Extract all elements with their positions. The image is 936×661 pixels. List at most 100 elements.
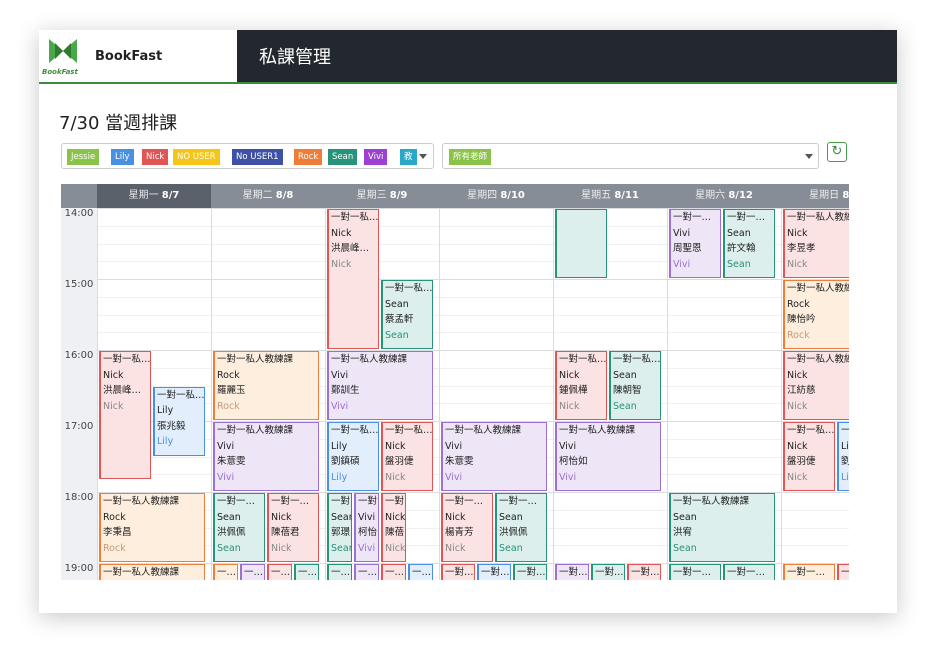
filter-tag[interactable]: Sean bbox=[328, 149, 358, 165]
lesson-event[interactable]: 一對一私… Nick 洪晨峰… Nick bbox=[327, 209, 379, 349]
day-header[interactable]: 星期二 8/8 bbox=[211, 184, 325, 208]
lesson-event[interactable]: 一對一私… Lily 張兆毅 Lily bbox=[153, 386, 205, 456]
event-trainer-sub: Rock bbox=[103, 542, 126, 554]
filter-tag[interactable]: Lily bbox=[111, 149, 134, 165]
filter-tag[interactable]: Nick bbox=[142, 149, 169, 165]
grid-line bbox=[97, 208, 98, 580]
lesson-event[interactable]: 一對…SeanSean bbox=[591, 564, 625, 580]
lesson-event[interactable]: 一對一私… Nick 盤羽倢 Nick bbox=[381, 422, 433, 491]
lesson-event[interactable]: 一對一… Sean 洪佩佩 Sean bbox=[495, 493, 547, 562]
event-course: 一對一私… bbox=[559, 354, 607, 365]
filter-tag[interactable]: NO USER bbox=[173, 149, 220, 165]
lesson-event[interactable]: 一對…NickNick bbox=[627, 564, 661, 580]
lesson-event[interactable]: 一對一私…Lily劉鎮碩Lily bbox=[837, 422, 849, 491]
lesson-event[interactable]: 一對… Vivi 柯怡… Vivi bbox=[354, 493, 379, 562]
lesson-event[interactable]: 一對… Nick 陳蓓… Nick bbox=[381, 493, 406, 562]
lesson-event[interactable]: 一對一私人教練課 Vivi 鄭訓生 Vivi bbox=[327, 351, 433, 420]
lesson-event[interactable]: 一對一私人教練課 Sean 洪宥 Sean bbox=[669, 493, 775, 562]
event-trainer-sub: Sean bbox=[331, 542, 351, 554]
lesson-event[interactable]: 一對一私… Sean 蔡孟軒 Sean bbox=[381, 280, 433, 349]
lesson-event[interactable]: 一…NickNick bbox=[837, 564, 849, 580]
lesson-event[interactable]: 一對一私… Nick 鍾佩樺 Nick bbox=[555, 351, 607, 420]
grid-line bbox=[211, 208, 212, 580]
filter-tag[interactable]: No USER1 bbox=[232, 149, 283, 165]
day-header[interactable]: 星期六 8/12 bbox=[667, 184, 781, 208]
lesson-event[interactable]: 一對一私人教練課RockRock bbox=[99, 564, 205, 580]
lesson-event[interactable]: 一對一… Nick 楊青芳 Nick bbox=[441, 493, 493, 562]
lesson-event[interactable]: 一對…ViviVivi bbox=[555, 564, 589, 580]
lesson-event[interactable]: 一對…SeanSean bbox=[513, 564, 547, 580]
week-title: 7/30 當週排課 bbox=[59, 113, 178, 134]
refresh-icon: ↻ bbox=[831, 144, 843, 159]
event-trainer: Nick bbox=[787, 440, 808, 452]
lesson-event[interactable]: 一對一…SeanSean bbox=[723, 564, 775, 580]
lesson-event[interactable]: 一對一私人教練課 Rock 羅麗玉 Rock bbox=[213, 351, 319, 420]
event-course: 一對一私… bbox=[613, 354, 661, 365]
day-header[interactable]: 星期五 8/11 bbox=[553, 184, 667, 208]
lesson-event[interactable]: 一…NickNick bbox=[381, 564, 406, 580]
teacher-select[interactable]: 所有老師 bbox=[442, 143, 819, 169]
lesson-event[interactable]: 一對…LilyLily bbox=[477, 564, 511, 580]
grid-line bbox=[97, 279, 849, 280]
trainer-filter-multiselect[interactable]: Jessie Lily Nick NO USER No USER1 Rock Sean Viv… bbox=[61, 143, 434, 169]
lesson-event[interactable]: 一…ViviVivi bbox=[354, 564, 379, 580]
lesson-event[interactable]: 一對一…SeanSean bbox=[669, 564, 721, 580]
lesson-event[interactable]: 一…LilyLily bbox=[408, 564, 433, 580]
event-student: 許文翰 bbox=[727, 243, 756, 254]
lesson-event[interactable]: 一對…NickNick bbox=[441, 564, 475, 580]
lesson-event[interactable]: 一…NickNick bbox=[267, 564, 292, 580]
refresh-button[interactable]: ↻ bbox=[827, 142, 847, 162]
lesson-event[interactable]: 一對一私… Nick 盤羽倢 Nick bbox=[783, 422, 835, 491]
lesson-event[interactable]: 一…SeanSean bbox=[294, 564, 319, 580]
lesson-event[interactable]: 一對一…RockRock bbox=[783, 564, 835, 580]
event-trainer: Nick bbox=[445, 511, 466, 523]
chevron-down-icon[interactable] bbox=[419, 154, 427, 159]
filter-tag[interactable]: Rock bbox=[294, 149, 323, 165]
event-trainer-sub: Vivi bbox=[673, 258, 691, 270]
event-trainer: Vivi bbox=[331, 369, 349, 381]
day-header[interactable]: 星期一 8/7 bbox=[97, 184, 211, 208]
lesson-event[interactable]: 一對一私人教練課 Nick 江紡慈 Nick bbox=[783, 351, 849, 420]
day-header[interactable]: 星期三 8/9 bbox=[325, 184, 439, 208]
lesson-event[interactable] bbox=[555, 209, 607, 278]
event-trainer-sub: Lily bbox=[331, 471, 348, 483]
event-student: 柯怡如 bbox=[559, 456, 588, 467]
logo[interactable]: BookFast bbox=[39, 30, 87, 83]
lesson-event[interactable]: 一對一私人教練課 Vivi 柯怡如 Vivi bbox=[555, 422, 661, 491]
lesson-event[interactable]: 一對一私人教練課 Vivi 朱薏雯 Vivi bbox=[441, 422, 547, 491]
lesson-event[interactable]: 一對一私人教練課 Rock 陳怡吟 Rock bbox=[783, 280, 849, 349]
chevron-down-icon[interactable] bbox=[805, 154, 813, 159]
event-trainer-sub: Nick bbox=[559, 400, 580, 412]
day-header[interactable]: 星期四 8/10 bbox=[439, 184, 553, 208]
filter-tag[interactable]: Jessie bbox=[67, 149, 100, 165]
lesson-event[interactable]: 一對… Sean 郭璟 Sean bbox=[327, 493, 352, 562]
day-header[interactable]: 星期日 8/13 bbox=[781, 184, 849, 208]
event-student: 盤羽倢 bbox=[385, 456, 414, 467]
event-student: 陳朝智 bbox=[613, 385, 642, 396]
lesson-event[interactable]: 一對一私人教練課 Vivi 朱薏雯 Vivi bbox=[213, 422, 319, 491]
lesson-event[interactable]: 一對一… Sean 洪佩佩 Sean bbox=[213, 493, 265, 562]
event-student: 蔡孟軒 bbox=[385, 314, 414, 325]
day-header-weekday: 星期二 bbox=[242, 190, 273, 201]
filter-tag[interactable]: Vivi bbox=[364, 149, 388, 165]
event-course: 一對一私… bbox=[841, 423, 849, 439]
lesson-event[interactable]: 一…ViviVivi bbox=[240, 564, 265, 580]
lesson-event[interactable]: 一…SeanSean bbox=[327, 564, 352, 580]
lesson-event[interactable]: 一對一私…Lily劉鎮碩Lily bbox=[327, 422, 379, 491]
event-course: 一對… bbox=[445, 567, 474, 578]
brand-name[interactable]: BookFast bbox=[87, 30, 237, 83]
lesson-event[interactable]: 一對一… Sean 許文翰 Sean bbox=[723, 209, 775, 278]
lesson-event[interactable]: 一對一私人教練課 Nick 李昱孝 Nick bbox=[783, 209, 849, 278]
grid-line bbox=[97, 403, 849, 405]
lesson-event[interactable]: 一對一… Vivi 周聖恩 Vivi bbox=[669, 209, 721, 278]
event-course: 一對一私人教練課 bbox=[787, 354, 849, 365]
event-trainer-sub: Nick bbox=[787, 400, 808, 412]
lesson-event[interactable]: 一對一… Nick 陳蓓君 Nick bbox=[267, 493, 319, 562]
event-course: 一對一私人教練課 bbox=[217, 354, 294, 365]
lesson-event[interactable]: 一對一私… Nick 洪晨峰… Nick bbox=[99, 351, 151, 479]
event-course: 一對… bbox=[358, 496, 378, 507]
lesson-event[interactable]: 一…RockRock bbox=[213, 564, 238, 580]
lesson-event[interactable]: 一對一私人教練課 Rock 李秉昌 Rock bbox=[99, 493, 205, 562]
filter-tag[interactable]: 教 bbox=[400, 149, 417, 165]
lesson-event[interactable]: 一對一私… Sean 陳朝智 Sean bbox=[609, 351, 661, 420]
